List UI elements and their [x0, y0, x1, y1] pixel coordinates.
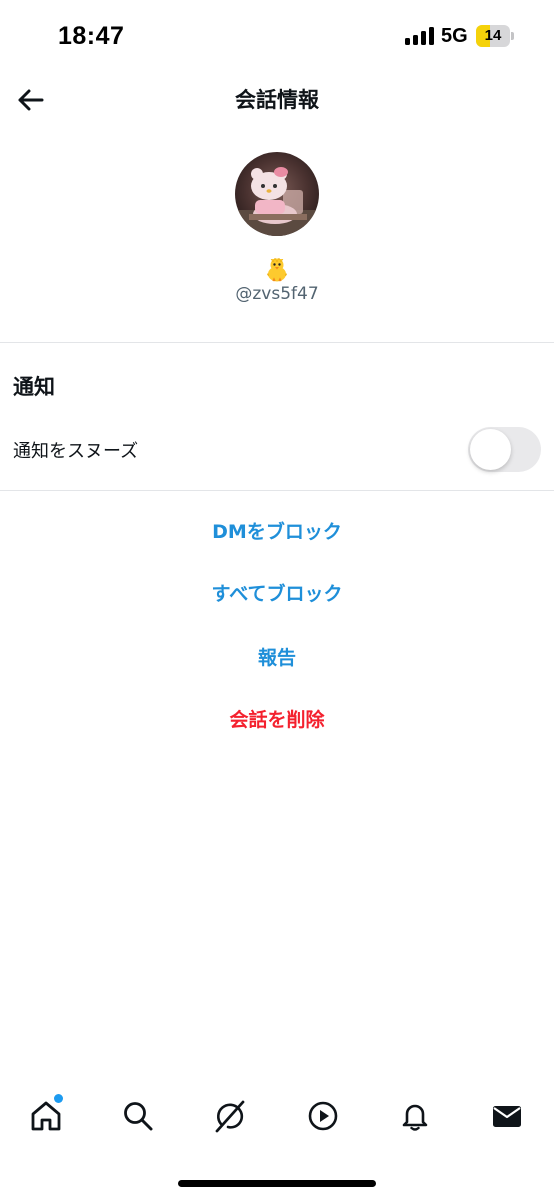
divider [0, 490, 554, 491]
network-type: 5G [441, 25, 468, 47]
grok-icon [215, 1100, 245, 1133]
messages-icon [493, 1106, 521, 1127]
snooze-notifications-toggle[interactable] [468, 427, 541, 472]
page-title: 会話情報 [235, 88, 319, 112]
conversation-info-screen: 18:47 5G 14 会話情報 @zvs5f47 通知 通知をスヌーズ DMを… [0, 0, 554, 1200]
tab-video[interactable] [299, 1092, 347, 1140]
snooze-notifications-label: 通知をスヌーズ [13, 441, 139, 462]
status-time: 18:47 [58, 22, 125, 50]
bottom-tab-bar [0, 1080, 554, 1152]
report-button[interactable]: 報告 [0, 643, 554, 670]
chick-emoji-icon [267, 257, 287, 282]
video-icon [308, 1101, 338, 1131]
battery-level: 14 [484, 27, 502, 44]
block-all-button[interactable]: すべてブロック [0, 579, 554, 606]
tab-messages[interactable] [483, 1092, 531, 1140]
tab-notifications[interactable] [391, 1092, 439, 1140]
tab-search[interactable] [114, 1092, 162, 1140]
display-name [0, 254, 554, 284]
avatar[interactable] [235, 152, 319, 236]
status-bar: 18:47 5G 14 [0, 0, 554, 72]
divider [0, 342, 554, 343]
home-icon [31, 1101, 61, 1131]
notifications-section-title: 通知 [13, 375, 55, 399]
delete-conversation-button[interactable]: 会話を削除 [0, 705, 554, 732]
toggle-knob [470, 429, 511, 470]
home-indicator [178, 1180, 376, 1187]
user-handle: @zvs5f47 [235, 284, 319, 304]
hello-kitty-avatar-image [235, 152, 319, 236]
home-notification-dot [54, 1094, 63, 1103]
battery-icon: 14 [476, 25, 514, 47]
header: 会話情報 [0, 72, 554, 126]
tab-grok[interactable] [206, 1092, 254, 1140]
notifications-icon [402, 1104, 428, 1131]
cellular-signal-icon [405, 27, 435, 45]
block-dm-button[interactable]: DMをブロック [0, 517, 554, 544]
search-icon [124, 1102, 153, 1131]
